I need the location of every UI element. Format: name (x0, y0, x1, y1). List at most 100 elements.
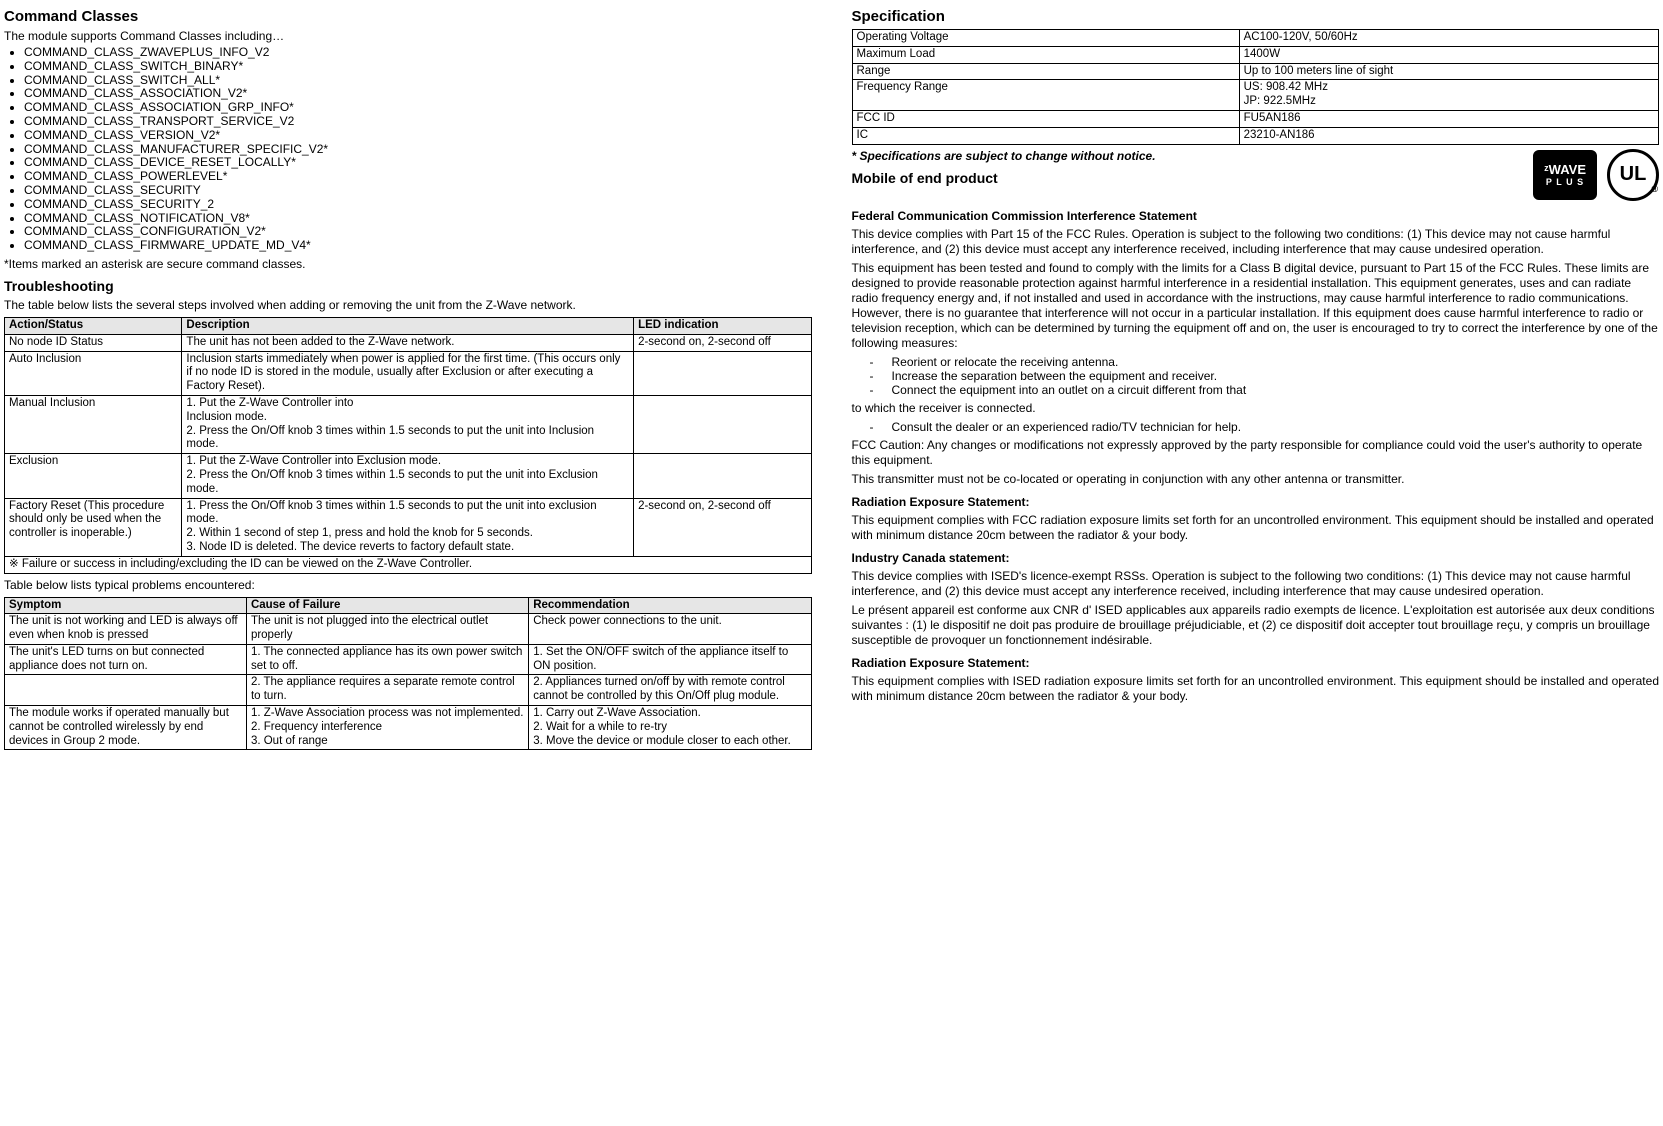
table-cell: Check power connections to the unit. (529, 614, 811, 645)
command-classes-list: COMMAND_CLASS_ZWAVEPLUS_INFO_V2COMMAND_C… (4, 46, 812, 253)
col-description: Description (182, 317, 634, 334)
table-cell: 1. Carry out Z-Wave Association. 2. Wait… (529, 706, 811, 750)
table-row: Auto InclusionInclusion starts immediate… (5, 351, 812, 395)
table-cell: Frequency Range (852, 80, 1239, 111)
command-class-item: COMMAND_CLASS_FIRMWARE_UPDATE_MD_V4* (24, 239, 812, 253)
table-cell: Inclusion starts immediately when power … (182, 351, 634, 395)
action-status-table: Action/Status Description LED indication… (4, 317, 812, 574)
table-cell: Maximum Load (852, 46, 1239, 63)
table-cell: 1400W (1239, 46, 1658, 63)
industry-canada-paragraph-fr: Le présent appareil est conforme aux CNR… (852, 603, 1660, 648)
table-cell: 1. Z-Wave Association process was not im… (246, 706, 528, 750)
table-cell: Up to 100 meters line of sight (1239, 63, 1658, 80)
command-class-item: COMMAND_CLASS_POWERLEVEL* (24, 170, 812, 184)
table-row: Factory Reset (This procedure should onl… (5, 498, 812, 556)
table-cell (5, 675, 247, 706)
col-action: Action/Status (5, 317, 182, 334)
radiation-exposure-heading: Radiation Exposure Statement: (852, 495, 1660, 509)
radiation-exposure-heading-2: Radiation Exposure Statement: (852, 656, 1660, 670)
col-cause: Cause of Failure (246, 597, 528, 614)
table-cell (634, 395, 811, 453)
command-class-item: COMMAND_CLASS_TRANSPORT_SERVICE_V2 (24, 115, 812, 129)
radiation-exposure-paragraph-2: This equipment complies with ISED radiat… (852, 674, 1660, 704)
table-cell (634, 454, 811, 498)
table-cell: 1. The connected appliance has its own p… (246, 644, 528, 675)
dash-icon: - (852, 355, 892, 369)
fcc-caution: FCC Caution: Any changes or modification… (852, 438, 1660, 468)
list-item: -Reorient or relocate the receiving ante… (852, 355, 1660, 369)
certification-badges: ᶻWAVE P L U S UL (1533, 149, 1659, 201)
table-cell: 23210-AN186 (1239, 127, 1658, 144)
table-row: ※ Failure or success in including/exclud… (5, 556, 812, 573)
list-item: -Consult the dealer or an experienced ra… (852, 420, 1660, 434)
ul-badge: UL (1607, 149, 1659, 201)
command-class-item: COMMAND_CLASS_DEVICE_RESET_LOCALLY* (24, 156, 812, 170)
table-cell: Factory Reset (This procedure should onl… (5, 498, 182, 556)
ul-label: UL (1620, 163, 1647, 186)
table-cell: US: 908.42 MHz JP: 922.5MHz (1239, 80, 1658, 111)
table-row: Symptom Cause of Failure Recommendation (5, 597, 812, 614)
document-page: Command Classes The module supports Comm… (4, 6, 1659, 754)
troubleshooting-heading: Troubleshooting (4, 278, 812, 294)
command-class-item: COMMAND_CLASS_SECURITY_2 (24, 198, 812, 212)
table-cell: 1. Press the On/Off knob 3 times within … (182, 498, 634, 556)
specification-heading: Specification (852, 8, 1660, 25)
command-class-item: COMMAND_CLASS_SWITCH_ALL* (24, 74, 812, 88)
measure-text: Reorient or relocate the receiving anten… (892, 355, 1119, 369)
table-row: Manual Inclusion1. Put the Z-Wave Contro… (5, 395, 812, 453)
table-row: The module works if operated manually bu… (5, 706, 812, 750)
col-recommendation: Recommendation (529, 597, 811, 614)
interference-measures-list: -Reorient or relocate the receiving ante… (852, 355, 1660, 397)
command-class-item: COMMAND_CLASS_CONFIGURATION_V2* (24, 225, 812, 239)
problems-table: Symptom Cause of Failure Recommendation … (4, 597, 812, 751)
troubleshooting-intro: The table below lists the several steps … (4, 298, 812, 313)
dash-icon: - (852, 369, 892, 383)
list-item: -Increase the separation between the equ… (852, 369, 1660, 383)
table-cell: Exclusion (5, 454, 182, 498)
table-row: The unit's LED turns on but connected ap… (5, 644, 812, 675)
dash-icon: - (852, 383, 892, 397)
specification-table: Operating VoltageAC100-120V, 50/60HzMaxi… (852, 29, 1660, 145)
table-cell: 1. Put the Z-Wave Controller into Exclus… (182, 454, 634, 498)
table-cell: 2. Appliances turned on/off by with remo… (529, 675, 811, 706)
asterisk-note: *Items marked an asterisk are secure com… (4, 257, 812, 272)
table-row: The unit is not working and LED is alway… (5, 614, 812, 645)
command-class-item: COMMAND_CLASS_SWITCH_BINARY* (24, 60, 812, 74)
table-cell: No node ID Status (5, 334, 182, 351)
measure-text: Increase the separation between the equi… (892, 369, 1218, 383)
command-classes-heading: Command Classes (4, 8, 812, 25)
command-classes-intro: The module supports Command Classes incl… (4, 29, 812, 44)
command-class-item: COMMAND_CLASS_VERSION_V2* (24, 129, 812, 143)
command-class-item: COMMAND_CLASS_ZWAVEPLUS_INFO_V2 (24, 46, 812, 60)
table-row: No node ID StatusThe unit has not been a… (5, 334, 812, 351)
right-column: Specification Operating VoltageAC100-120… (852, 6, 1660, 754)
measure-text: Consult the dealer or an experienced rad… (892, 420, 1242, 434)
table-cell: The unit is not working and LED is alway… (5, 614, 247, 645)
table-cell: AC100-120V, 50/60Hz (1239, 30, 1658, 47)
table-row: Operating VoltageAC100-120V, 50/60Hz (852, 30, 1659, 47)
table-cell: Operating Voltage (852, 30, 1239, 47)
command-class-item: COMMAND_CLASS_ASSOCIATION_GRP_INFO* (24, 101, 812, 115)
zwave-label: ᶻWAVE (1541, 162, 1589, 177)
fcc-paragraph-2: This equipment has been tested and found… (852, 261, 1660, 351)
industry-canada-heading: Industry Canada statement: (852, 551, 1660, 565)
table-row: FCC IDFU5AN186 (852, 110, 1659, 127)
table-cell: 2-second on, 2-second off (634, 334, 811, 351)
table-cell: 2. The appliance requires a separate rem… (246, 675, 528, 706)
command-class-item: COMMAND_CLASS_ASSOCIATION_V2* (24, 87, 812, 101)
table-row: Maximum Load1400W (852, 46, 1659, 63)
radiation-exposure-paragraph: This equipment complies with FCC radiati… (852, 513, 1660, 543)
command-class-item: COMMAND_CLASS_MANUFACTURER_SPECIFIC_V2* (24, 143, 812, 157)
table-row: 2. The appliance requires a separate rem… (5, 675, 812, 706)
col-symptom: Symptom (5, 597, 247, 614)
problems-intro: Table below lists typical problems encou… (4, 578, 812, 593)
table-cell: The unit is not plugged into the electri… (246, 614, 528, 645)
command-class-item: COMMAND_CLASS_SECURITY (24, 184, 812, 198)
measure-text: Connect the equipment into an outlet on … (892, 383, 1247, 397)
table-cell: Range (852, 63, 1239, 80)
table-cell (634, 351, 811, 395)
fcc-paragraph-1: This device complies with Part 15 of the… (852, 227, 1660, 257)
table-cell: The unit has not been added to the Z-Wav… (182, 334, 634, 351)
list-item: -Connect the equipment into an outlet on… (852, 383, 1660, 397)
table-cell: FU5AN186 (1239, 110, 1658, 127)
